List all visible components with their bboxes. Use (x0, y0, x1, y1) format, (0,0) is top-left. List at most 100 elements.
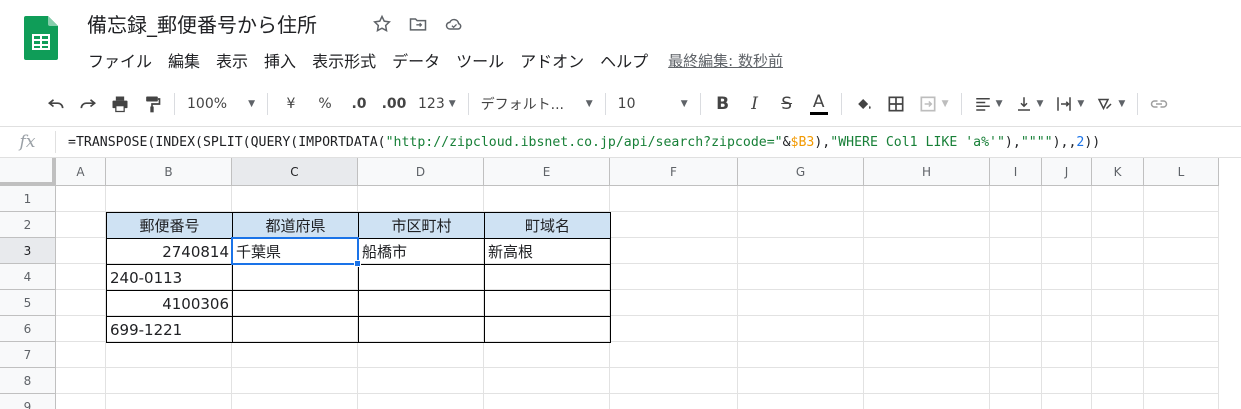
cell-l7[interactable] (1144, 342, 1219, 368)
cell-k9[interactable] (1092, 394, 1144, 409)
cell-g8[interactable] (738, 368, 864, 394)
cell-j8[interactable] (1042, 368, 1092, 394)
table-cell[interactable]: 2740814 (106, 238, 233, 265)
cell-g3[interactable] (738, 238, 864, 264)
table-cell[interactable]: 船橋市 (358, 238, 485, 265)
table-cell[interactable] (232, 316, 359, 343)
row-header-2[interactable]: 2 (0, 212, 56, 238)
star-icon[interactable] (370, 12, 394, 36)
cell-i9[interactable] (990, 394, 1042, 409)
row-header-6[interactable]: 6 (0, 316, 56, 342)
currency-format-button[interactable]: ¥ (274, 90, 308, 118)
table-header-cell[interactable]: 町域名 (484, 212, 611, 239)
table-header-cell[interactable]: 市区町村 (358, 212, 485, 239)
menu-insert[interactable]: 挿入 (256, 46, 304, 74)
cell-f5[interactable] (610, 290, 738, 316)
zoom-select[interactable]: 100% ▼ (181, 90, 261, 118)
menu-data[interactable]: データ (384, 46, 448, 74)
cell-h2[interactable] (864, 212, 990, 238)
row-header-1[interactable]: 1 (0, 186, 56, 212)
cell-a8[interactable] (56, 368, 106, 394)
cell-g6[interactable] (738, 316, 864, 342)
text-rotation-icon[interactable]: ▼ (1090, 90, 1131, 118)
cell-l5[interactable] (1144, 290, 1219, 316)
menu-tools[interactable]: ツール (448, 46, 512, 74)
cell-h7[interactable] (864, 342, 990, 368)
sheets-logo-icon[interactable] (22, 14, 62, 62)
cell-j9[interactable] (1042, 394, 1092, 409)
cell-h6[interactable] (864, 316, 990, 342)
row-header-3[interactable]: 3 (0, 238, 56, 264)
paint-format-icon[interactable] (136, 90, 168, 118)
last-edit-link[interactable]: 最終編集: 数秒前 (668, 50, 783, 71)
menu-view[interactable]: 表示 (208, 46, 256, 74)
column-header-f[interactable]: F (610, 158, 738, 186)
cell-f7[interactable] (610, 342, 738, 368)
cell-i5[interactable] (990, 290, 1042, 316)
cell-b7[interactable] (106, 342, 232, 368)
cell-g7[interactable] (738, 342, 864, 368)
cell-k5[interactable] (1092, 290, 1144, 316)
column-header-h[interactable]: H (864, 158, 990, 186)
column-header-l[interactable]: L (1144, 158, 1219, 186)
document-title[interactable]: 備忘録_郵便番号から住所 (87, 9, 317, 38)
cell-f4[interactable] (610, 264, 738, 290)
cell-l4[interactable] (1144, 264, 1219, 290)
redo-icon[interactable] (72, 90, 104, 118)
cell-g5[interactable] (738, 290, 864, 316)
horizontal-align-icon[interactable]: ▼ (968, 90, 1009, 118)
strikethrough-icon[interactable]: S (771, 90, 803, 118)
column-header-d[interactable]: D (358, 158, 484, 186)
cell-f9[interactable] (610, 394, 738, 409)
increase-decimal-button[interactable]: .00 (376, 90, 412, 118)
text-color-icon[interactable]: A (803, 90, 835, 118)
cell-e8[interactable] (484, 368, 610, 394)
cell-a4[interactable] (56, 264, 106, 290)
cell-c1[interactable] (232, 186, 358, 212)
cell-a2[interactable] (56, 212, 106, 238)
cell-k3[interactable] (1092, 238, 1144, 264)
menu-format[interactable]: 表示形式 (304, 46, 384, 74)
cell-j5[interactable] (1042, 290, 1092, 316)
cell-k8[interactable] (1092, 368, 1144, 394)
table-cell[interactable] (484, 264, 611, 291)
formula-input[interactable]: =TRANSPOSE(INDEX(SPLIT(QUERY(IMPORTDATA(… (56, 135, 1100, 150)
select-all-corner[interactable] (0, 158, 56, 186)
cell-a5[interactable] (56, 290, 106, 316)
cell-d1[interactable] (358, 186, 484, 212)
cell-h4[interactable] (864, 264, 990, 290)
cell-d8[interactable] (358, 368, 484, 394)
bold-icon[interactable]: B (707, 90, 739, 118)
cell-g9[interactable] (738, 394, 864, 409)
insert-link-icon[interactable] (1144, 90, 1174, 118)
menu-edit[interactable]: 編集 (160, 46, 208, 74)
column-header-i[interactable]: I (990, 158, 1042, 186)
cell-d7[interactable] (358, 342, 484, 368)
cell-h9[interactable] (864, 394, 990, 409)
move-folder-icon[interactable] (406, 12, 430, 36)
cell-g4[interactable] (738, 264, 864, 290)
menu-help[interactable]: ヘルプ (592, 46, 656, 74)
cell-a3[interactable] (56, 238, 106, 264)
column-header-b[interactable]: B (106, 158, 232, 186)
percent-format-button[interactable]: % (308, 90, 342, 118)
table-cell[interactable]: 699-1221 (106, 316, 233, 343)
cell-l9[interactable] (1144, 394, 1219, 409)
cell-h5[interactable] (864, 290, 990, 316)
cell-i8[interactable] (990, 368, 1042, 394)
table-cell[interactable] (358, 264, 485, 291)
cell-a6[interactable] (56, 316, 106, 342)
cell-b9[interactable] (106, 394, 232, 409)
cell-l2[interactable] (1144, 212, 1219, 238)
cell-j3[interactable] (1042, 238, 1092, 264)
cell-i4[interactable] (990, 264, 1042, 290)
row-header-8[interactable]: 8 (0, 368, 56, 394)
cell-l6[interactable] (1144, 316, 1219, 342)
font-family-select[interactable]: デフォルト... ▼ (475, 90, 599, 118)
column-header-e[interactable]: E (484, 158, 610, 186)
menu-file[interactable]: ファイル (80, 46, 160, 74)
row-header-4[interactable]: 4 (0, 264, 56, 290)
cell-h1[interactable] (864, 186, 990, 212)
cell-b8[interactable] (106, 368, 232, 394)
cell-l3[interactable] (1144, 238, 1219, 264)
